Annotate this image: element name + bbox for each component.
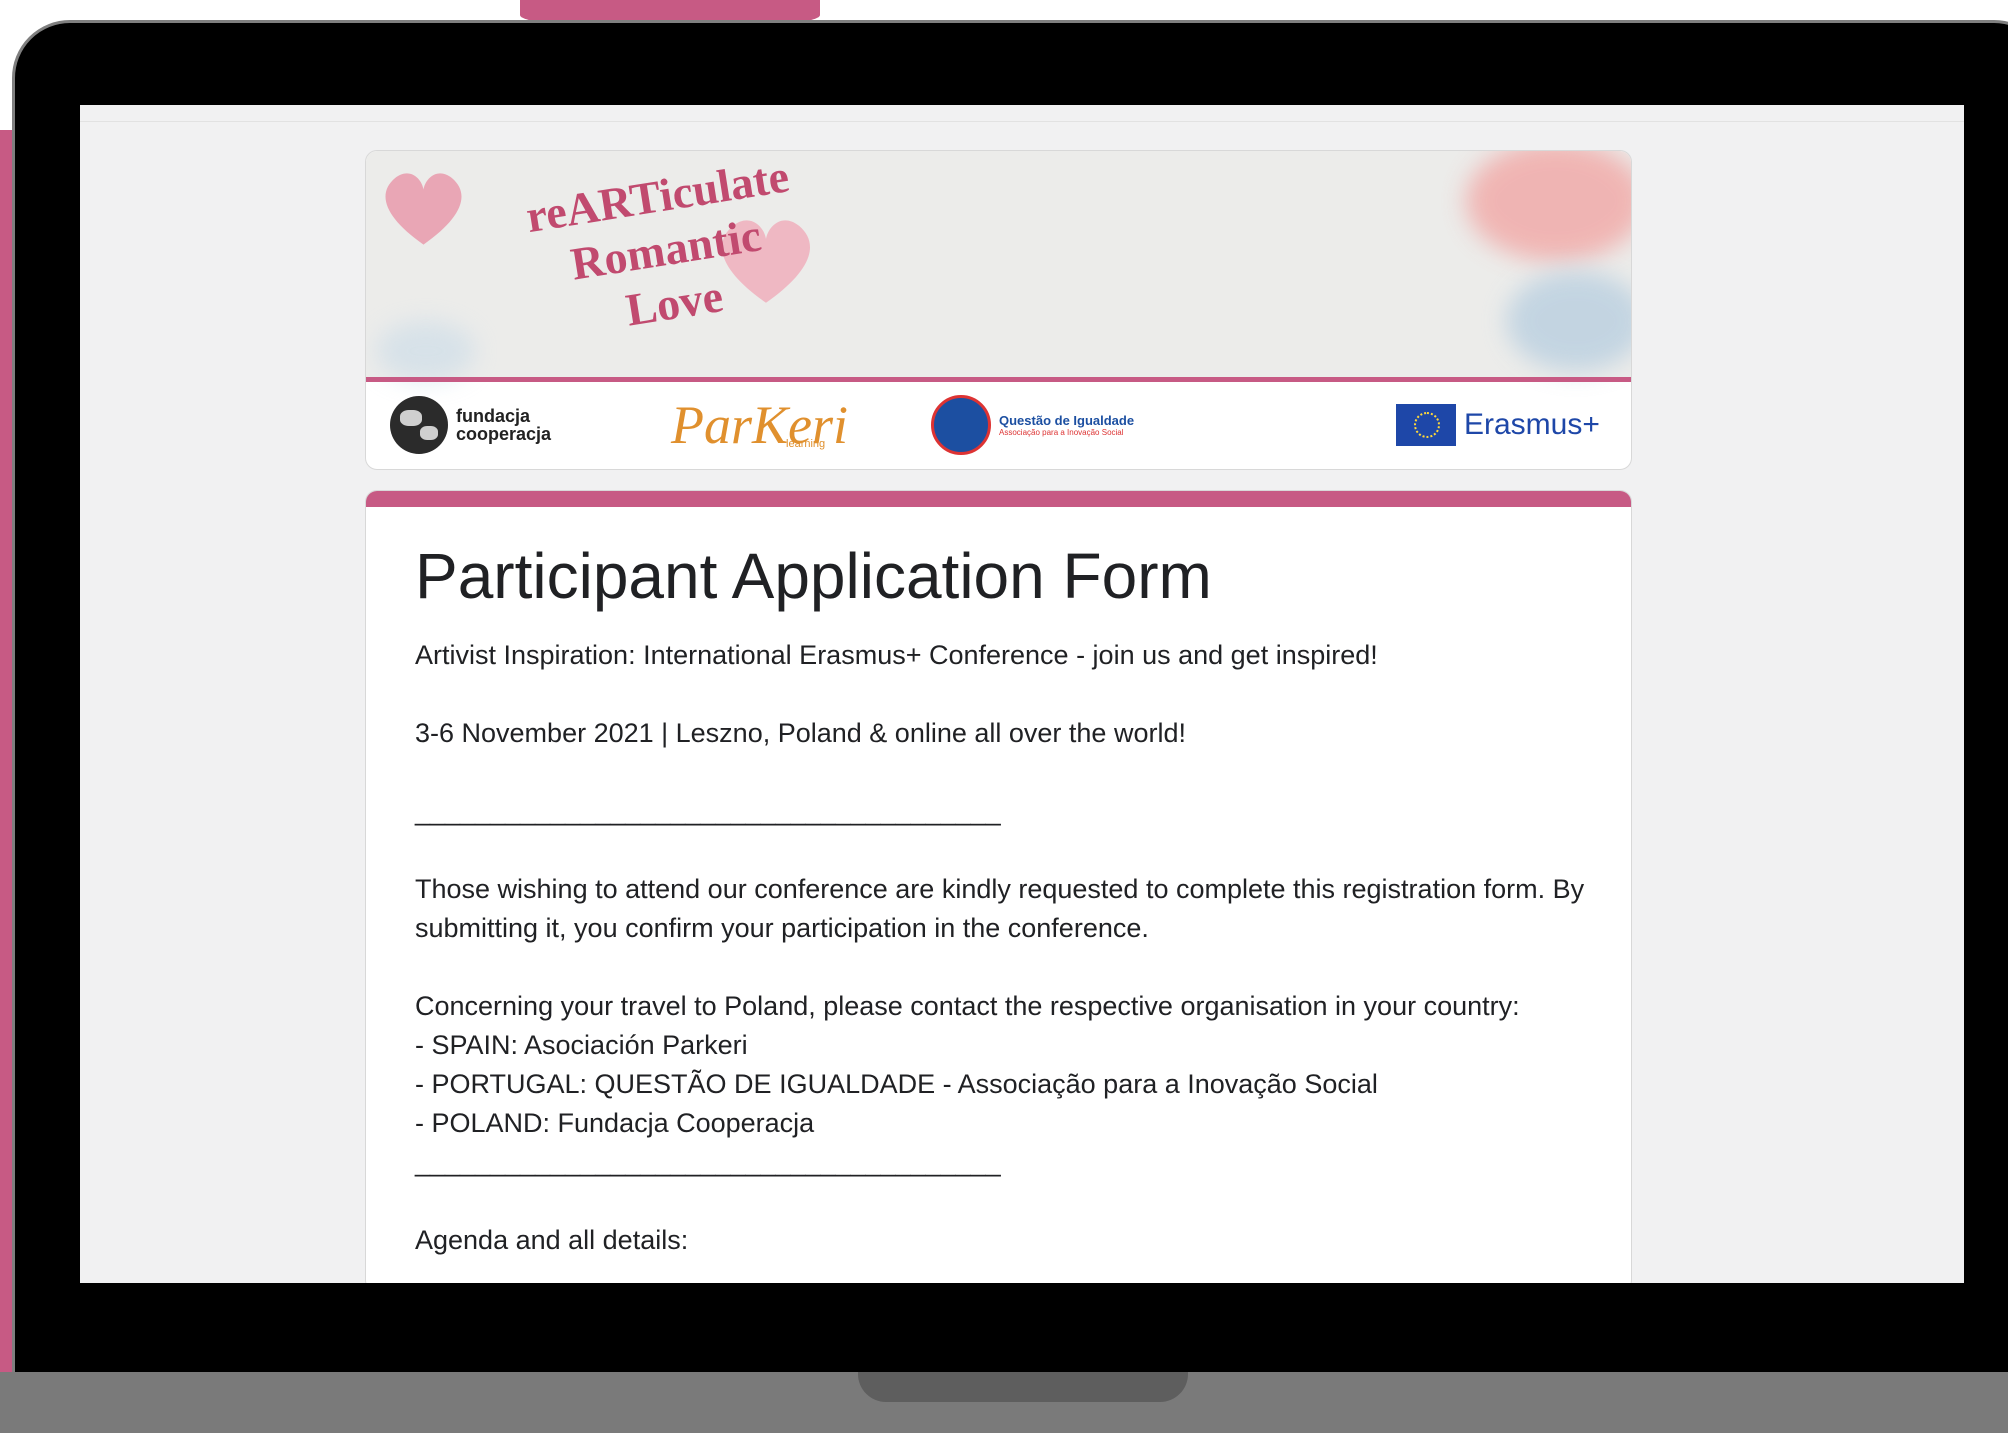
fundacja-cooperacja-logo: fundacja cooperacja: [390, 382, 551, 468]
heart-icon: [385, 173, 462, 245]
partner-logos: fundacja cooperacja ParKeri learning Que…: [366, 382, 1631, 468]
eu-flag-icon: [1396, 404, 1456, 446]
contact-item: - POLAND: Fundacja Cooperacja: [415, 1108, 815, 1138]
globe-icon: [390, 396, 448, 454]
screen: reARTiculate Romantic Love fundacja coop…: [80, 105, 1964, 1283]
form-description: Artivist Inspiration: International Eras…: [415, 636, 1585, 1260]
browser-top-line: [80, 121, 1964, 122]
people-circle-icon: [931, 395, 991, 455]
description-line: Those wishing to attend our conference a…: [415, 874, 1585, 943]
banner-image: reARTiculate Romantic Love: [366, 151, 1631, 381]
logo-text: fundacja: [456, 406, 531, 426]
header-image-card: reARTiculate Romantic Love fundacja coop…: [365, 150, 1632, 470]
watercolor-splash: [1466, 151, 1631, 261]
erasmus-plus-logo: Erasmus+: [1396, 382, 1600, 468]
laptop-notch: [858, 1372, 1188, 1402]
contact-item: - PORTUGAL: QUESTÃO DE IGUALDADE - Assoc…: [415, 1069, 1378, 1099]
contact-item: - SPAIN: Asociación Parkeri: [415, 1030, 748, 1060]
watercolor-splash: [376, 321, 476, 381]
logo-text: cooperacja: [456, 424, 552, 444]
logo-text: learning: [786, 438, 826, 450]
description-line: Concerning your travel to Poland, please…: [415, 991, 1520, 1021]
logo-text: Associação para a Inovação Social: [999, 428, 1124, 437]
form-accent-bar: [366, 491, 1631, 507]
watercolor-splash: [1506, 271, 1631, 371]
logo-text: Questão de Igualdade: [999, 413, 1135, 428]
description-divider: _______________________________________: [415, 796, 1001, 826]
description-line: Agenda and all details:: [415, 1225, 689, 1255]
description-divider: _______________________________________: [415, 1147, 1001, 1177]
parkeri-logo: ParKeri learning: [671, 382, 848, 468]
banner-title: reARTiculate Romantic Love: [476, 151, 857, 358]
logo-text: Erasmus+: [1464, 408, 1600, 441]
description-line: Artivist Inspiration: International Eras…: [415, 640, 1378, 670]
questao-de-igualdade-logo: Questão de Igualdade Associação para a I…: [931, 382, 1134, 468]
description-line: 3-6 November 2021 | Leszno, Poland & onl…: [415, 718, 1186, 748]
form-title: Participant Application Form: [415, 540, 1212, 612]
form-description-card: Participant Application Form Artivist In…: [365, 490, 1632, 1283]
